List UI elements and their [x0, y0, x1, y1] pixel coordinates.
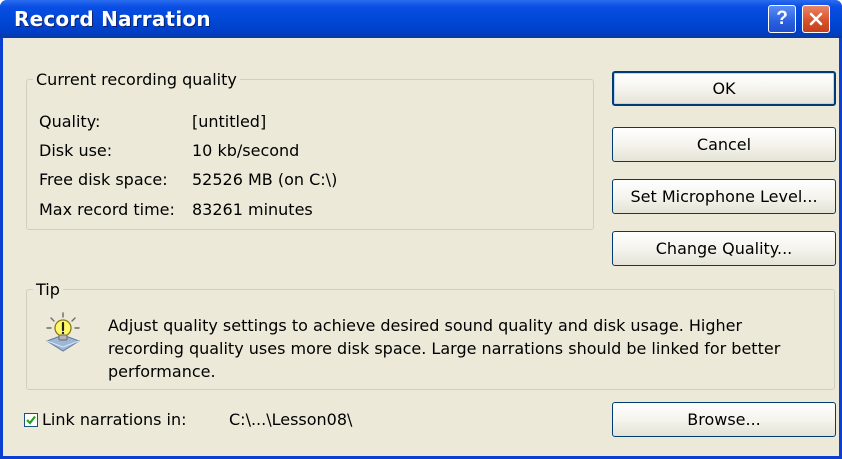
link-narrations-path: C:\...\Lesson08\ — [229, 410, 353, 429]
change-quality-button[interactable]: Change Quality... — [612, 231, 836, 266]
max-record-time-label: Max record time: — [39, 200, 175, 219]
free-disk-space-value: 52526 MB (on C:\) — [192, 170, 338, 189]
tip-legend: Tip — [36, 280, 60, 299]
disk-use-label: Disk use: — [39, 141, 113, 160]
free-disk-space-label: Free disk space: — [39, 170, 168, 189]
quality-label: Quality: — [39, 112, 101, 131]
quality-value: [untitled] — [192, 112, 267, 131]
dialog-body: Current recording quality Quality: [unti… — [3, 38, 839, 456]
help-button[interactable]: ? — [768, 5, 796, 33]
cancel-button[interactable]: Cancel — [612, 127, 836, 162]
tip-text-line-2: recording quality uses more disk space. … — [108, 339, 781, 358]
dialog-title: Record Narration — [14, 7, 211, 31]
current-quality-legend: Current recording quality — [36, 70, 237, 89]
title-bar[interactable]: Record Narration ? — [0, 0, 842, 38]
ok-button[interactable]: OK — [612, 71, 836, 106]
help-icon: ? — [776, 8, 788, 29]
lightbulb-icon — [45, 312, 81, 352]
tip-text-line-3: performance. — [108, 362, 216, 381]
tip-text-line-1: Adjust quality settings to achieve desir… — [108, 316, 743, 335]
set-microphone-level-button[interactable]: Set Microphone Level... — [612, 179, 836, 214]
record-narration-dialog: Record Narration ? Current recording qua… — [0, 0, 842, 459]
link-narrations-label[interactable]: Link narrations in: — [42, 410, 187, 429]
close-button[interactable] — [802, 5, 830, 33]
link-narrations-checkbox[interactable] — [24, 413, 38, 427]
browse-button[interactable]: Browse... — [612, 402, 836, 437]
disk-use-value: 10 kb/second — [192, 141, 300, 160]
checkmark-icon — [26, 415, 36, 425]
max-record-time-value: 83261 minutes — [192, 200, 313, 219]
close-icon — [809, 12, 823, 26]
